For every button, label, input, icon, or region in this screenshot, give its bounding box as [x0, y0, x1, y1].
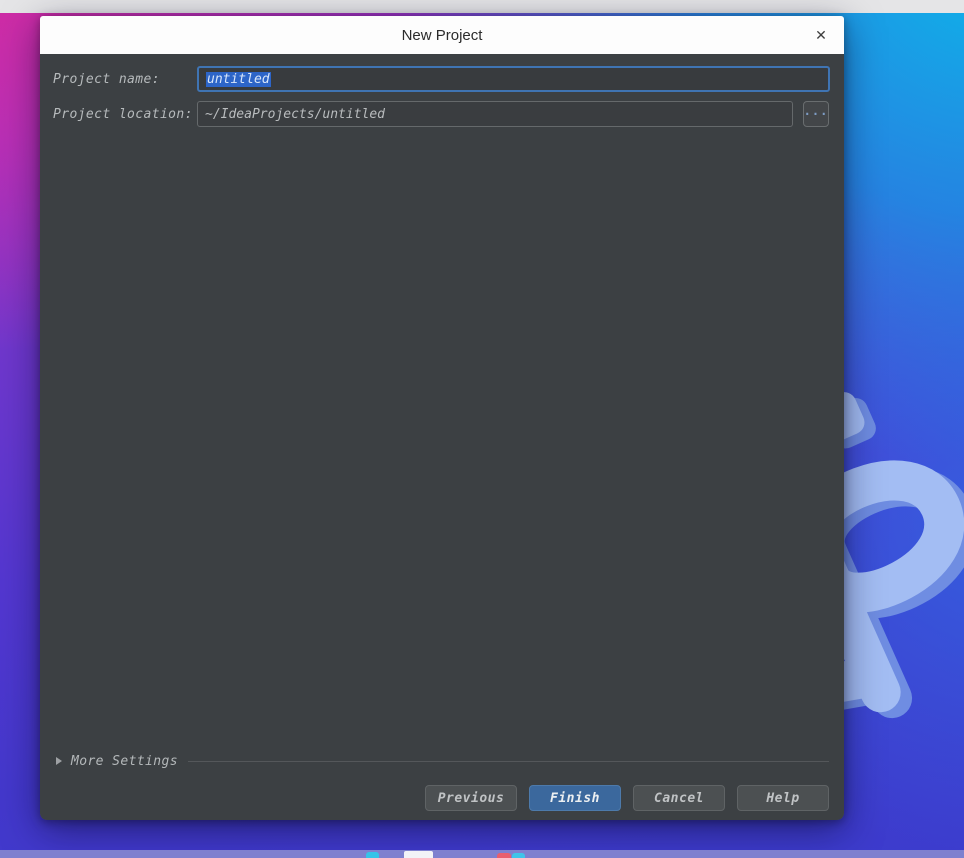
more-settings-expander[interactable]: More Settings: [56, 751, 829, 771]
more-settings-label: More Settings: [71, 753, 178, 769]
chevron-right-icon: [56, 757, 62, 765]
previous-button[interactable]: Previous: [425, 785, 517, 811]
finish-button[interactable]: Finish: [529, 785, 621, 811]
white-window-dock-icon[interactable]: [404, 851, 433, 858]
top-panel-strip: [0, 0, 964, 13]
project-name-input[interactable]: untitled: [197, 66, 830, 92]
cyan-dock-icon-2[interactable]: [512, 853, 525, 858]
project-location-input[interactable]: ~/IdeaProjects/untitled: [197, 101, 793, 127]
dialog-title: New Project: [401, 26, 483, 44]
project-name-value-selected: untitled: [206, 71, 271, 87]
dialog-titlebar[interactable]: New Project ✕: [40, 16, 844, 54]
dialog-body: Project name: untitled Project location:…: [40, 54, 844, 820]
project-location-value: ~/IdeaProjects/untitled: [205, 106, 386, 122]
project-name-label: Project name:: [53, 72, 160, 87]
project-location-label: Project location:: [53, 107, 193, 122]
cyan-dock-icon[interactable]: [366, 852, 379, 858]
help-button[interactable]: Help: [737, 785, 829, 811]
browse-location-button[interactable]: ...: [803, 101, 829, 127]
taskbar-dock[interactable]: [0, 850, 964, 858]
red-dock-icon[interactable]: [497, 853, 511, 858]
close-icon[interactable]: ✕: [807, 21, 835, 49]
separator-line: [187, 760, 829, 762]
dialog-button-row: Previous Finish Cancel Help: [425, 785, 829, 811]
cancel-button[interactable]: Cancel: [633, 785, 725, 811]
new-project-dialog: New Project ✕ Project name: untitled Pro…: [40, 16, 844, 820]
